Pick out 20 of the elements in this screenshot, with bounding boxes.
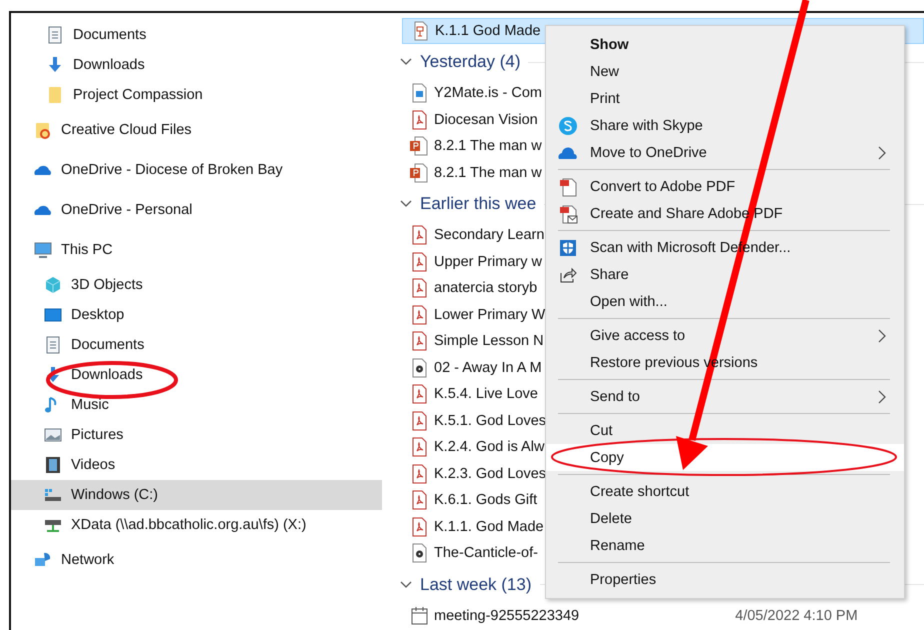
file-name: Lower Primary W xyxy=(434,306,546,323)
file-name: meeting-92555223349 xyxy=(434,608,580,624)
file-name: Secondary Learn xyxy=(434,227,544,244)
file-name: Upper Primary w xyxy=(434,254,542,270)
file-name: K.1.1 God Made xyxy=(435,23,541,39)
file-name: K.5.4. Live Love xyxy=(434,386,538,402)
file-name: 8.2.1 The man w xyxy=(434,164,542,181)
file-name: K.2.3. God Loves xyxy=(434,466,546,482)
file-name: Y2Mate.is - Com xyxy=(434,85,542,102)
file-name: 02 - Away In A M xyxy=(434,360,542,376)
file-name: K.5.1. God Loves xyxy=(434,412,546,429)
file-name: The-Canticle-of- xyxy=(434,545,538,562)
file-name: anatercia storyb xyxy=(434,280,538,296)
file-name: K.2.4. God is Alw xyxy=(434,439,544,456)
file-name: 8.2.1 The man w xyxy=(434,138,542,154)
file-name: Simple Lesson N xyxy=(434,333,544,350)
file-name: Diocesan Vision xyxy=(434,112,538,128)
file-name: K.6.1. Gods Gift xyxy=(434,492,538,508)
date-modified: 4/05/2022 4:10 PM xyxy=(735,608,858,624)
file-name: K.1.1. God Made xyxy=(434,518,544,535)
